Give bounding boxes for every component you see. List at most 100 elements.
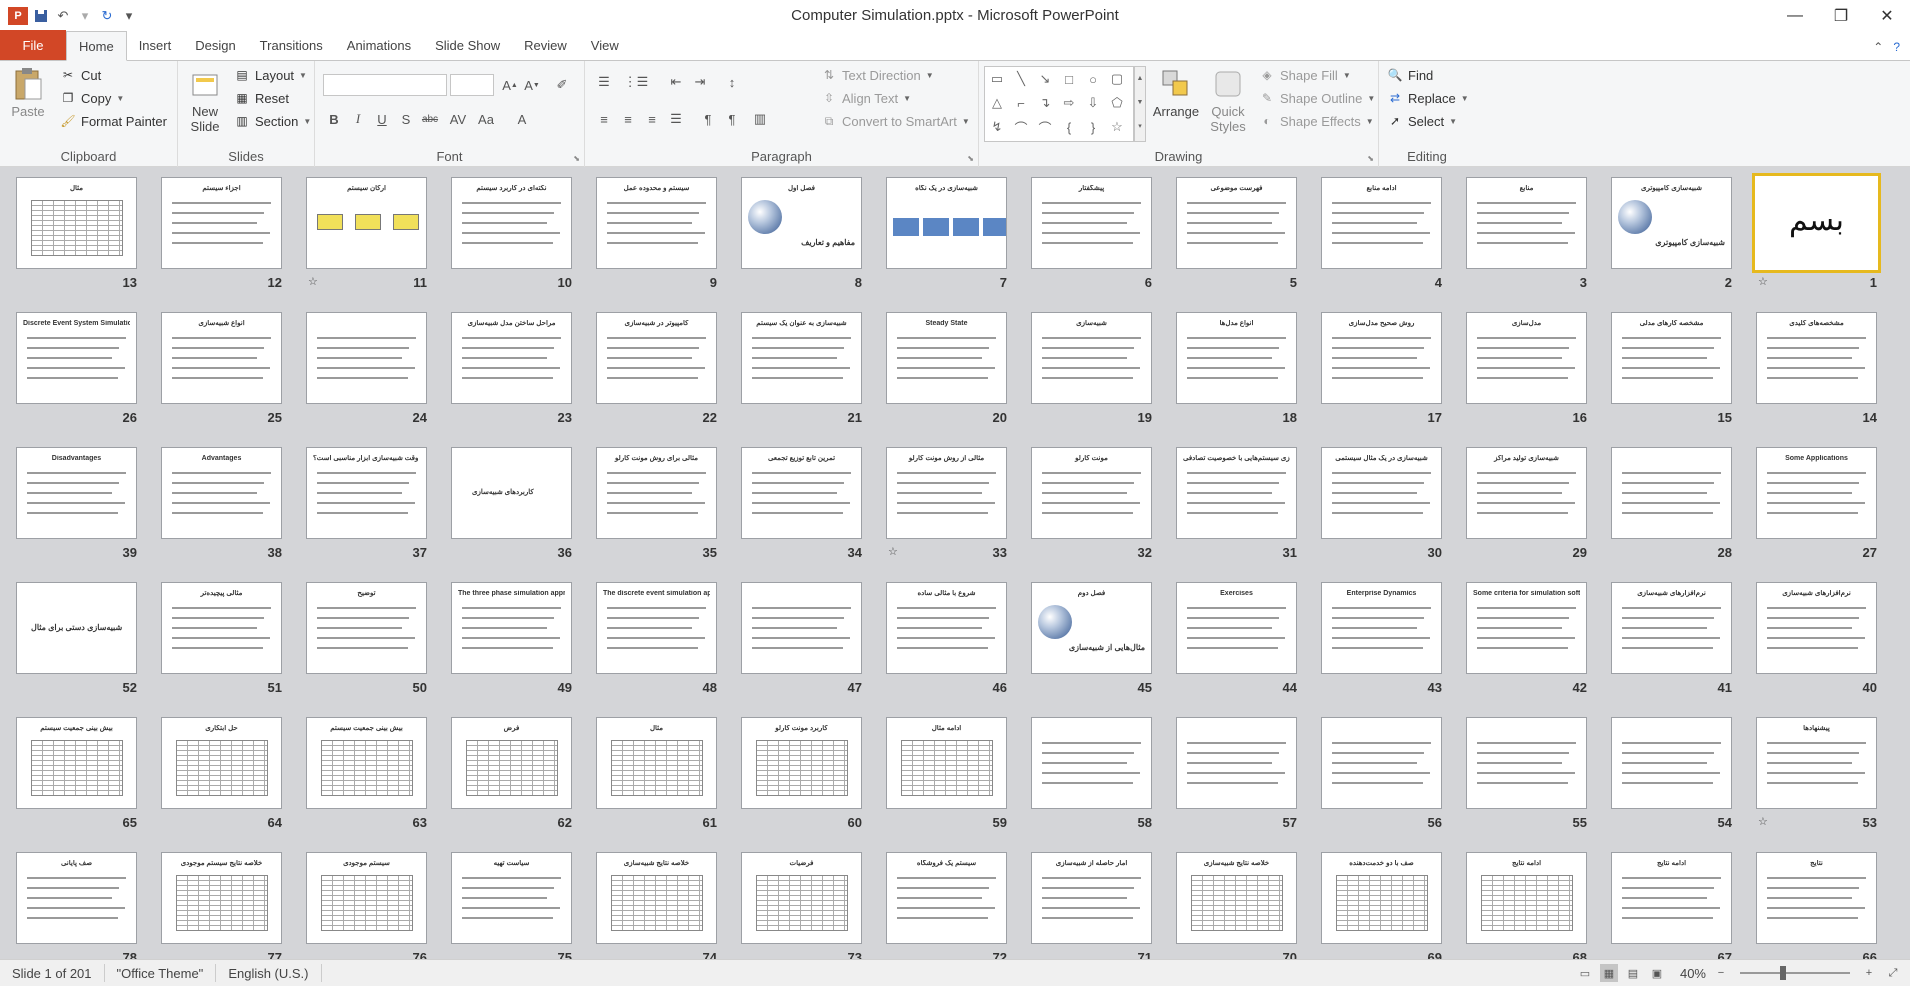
slide-thumbnail[interactable]: روش صحیح مدل‌سازی: [1321, 312, 1442, 404]
slide-thumbnail[interactable]: Some criteria for simulation software: [1466, 582, 1587, 674]
justify-icon[interactable]: ☰: [665, 108, 687, 130]
slide-thumbnail[interactable]: سیستم موجودی: [306, 852, 427, 944]
help-icon[interactable]: ?: [1893, 40, 1900, 54]
theme-name[interactable]: "Office Theme": [105, 964, 217, 982]
shapes-gallery-scroll[interactable]: ▲ ▼ ▾: [1134, 66, 1146, 142]
slide-thumbnail[interactable]: [1466, 717, 1587, 809]
slide-thumbnail[interactable]: مثالی پیچیده‌تر: [161, 582, 282, 674]
textbox-shape-icon[interactable]: ▭: [988, 70, 1006, 88]
reset-button[interactable]: ▦ Reset: [234, 90, 289, 106]
slide-thumbnail[interactable]: فصل دوم مثال‌هایی از شبیه‌سازی: [1031, 582, 1152, 674]
transition-star-icon[interactable]: ☆: [888, 545, 898, 558]
convert-smartart-button[interactable]: ⧉ Convert to SmartArt ▼: [821, 113, 970, 129]
elbow-connector-shape-icon[interactable]: ⌐: [1012, 94, 1030, 112]
italic-icon[interactable]: I: [347, 108, 369, 130]
triangle-shape-icon[interactable]: △: [988, 94, 1006, 112]
slide-thumbnail[interactable]: بیش بینی جمعیت سیستم: [16, 717, 137, 809]
zoom-in-icon[interactable]: +: [1860, 964, 1878, 982]
tab-home[interactable]: Home: [66, 31, 127, 61]
slide-thumbnail[interactable]: حل ابتکاری: [161, 717, 282, 809]
new-slide-button[interactable]: New Slide: [182, 67, 228, 134]
slide-thumbnail[interactable]: فصل اول مفاهیم و تعاریف: [741, 177, 862, 269]
slide-thumbnail[interactable]: پیشنهادها: [1756, 717, 1877, 809]
normal-view-icon[interactable]: ▭: [1576, 964, 1594, 982]
slide-thumbnail[interactable]: مثال: [16, 177, 137, 269]
slide-thumbnail[interactable]: مشخصه‌های کلیدی: [1756, 312, 1877, 404]
tab-file[interactable]: File: [0, 30, 66, 60]
slide-thumbnail[interactable]: مراحل ساختن مدل شبیه‌سازی: [451, 312, 572, 404]
quick-styles-button[interactable]: Quick Styles: [1203, 67, 1253, 134]
tab-slide-show[interactable]: Slide Show: [423, 31, 512, 60]
star-shape-icon[interactable]: ☆: [1108, 118, 1126, 136]
slide-thumbnail[interactable]: [306, 312, 427, 404]
slide-thumbnail[interactable]: شروع با مثالی ساده: [886, 582, 1007, 674]
slide-thumbnail[interactable]: Discrete Event System Simulation: [16, 312, 137, 404]
slide-thumbnail[interactable]: انواع شبیه‌سازی: [161, 312, 282, 404]
transition-star-icon[interactable]: ☆: [1758, 275, 1768, 288]
align-center-icon[interactable]: ≡: [617, 108, 639, 130]
slide-thumbnail[interactable]: منابع: [1466, 177, 1587, 269]
copy-button[interactable]: ❐ Copy ▼: [60, 90, 125, 106]
right-brace-shape-icon[interactable]: }: [1084, 118, 1102, 136]
shape-fill-button[interactable]: ◈ Shape Fill ▼: [1259, 67, 1350, 83]
transition-star-icon[interactable]: ☆: [308, 275, 318, 288]
language[interactable]: English (U.S.): [216, 964, 322, 982]
slide-thumbnail[interactable]: صف با دو خدمت‌دهنده: [1321, 852, 1442, 944]
slide-thumbnail[interactable]: شبیه‌سازی در یک مثال سیستمی: [1321, 447, 1442, 539]
format-painter-button[interactable]: 🖌 Format Painter: [60, 113, 167, 129]
slide-thumbnail[interactable]: [1176, 717, 1297, 809]
slide-thumbnail[interactable]: بسم الله: [1752, 173, 1881, 273]
zoom-slider[interactable]: [1740, 966, 1850, 980]
slide-thumbnail[interactable]: The discrete event simulation approach: [596, 582, 717, 674]
slide-thumbnail[interactable]: خلاصه نتایج شبیه‌سازی: [1176, 852, 1297, 944]
undo-icon[interactable]: ↶: [54, 7, 72, 25]
bullets-icon[interactable]: ☰: [593, 71, 615, 93]
drawing-dialog-launcher-icon[interactable]: ⬊: [1367, 154, 1374, 163]
zoom-slider-thumb[interactable]: [1780, 966, 1786, 980]
powerpoint-logo-icon[interactable]: P: [8, 6, 28, 25]
elbow-arrow-shape-icon[interactable]: ↴: [1036, 94, 1054, 112]
slide-thumbnail[interactable]: مثالی از روش مونت کارلو: [886, 447, 1007, 539]
clear-formatting-icon[interactable]: ✐: [551, 74, 573, 96]
slide-thumbnail[interactable]: شبیه‌سازی به عنوان یک سیستم: [741, 312, 862, 404]
save-icon[interactable]: [32, 7, 50, 25]
line-shape-icon[interactable]: ╲: [1012, 70, 1030, 88]
slide-thumbnail[interactable]: تمرین تابع توزیع تجمعی: [741, 447, 862, 539]
paragraph-dialog-launcher-icon[interactable]: ⬊: [967, 154, 974, 163]
slide-thumbnail[interactable]: بیش بینی جمعیت سیستم: [306, 717, 427, 809]
slide-thumbnail[interactable]: ادامه نتایج: [1466, 852, 1587, 944]
slide-thumbnail[interactable]: مشخصه کارهای مدلی: [1611, 312, 1732, 404]
slide-thumbnail[interactable]: مونت کارلو: [1031, 447, 1152, 539]
left-brace-shape-icon[interactable]: {: [1060, 118, 1078, 136]
align-left-icon[interactable]: ≡: [593, 108, 615, 130]
replace-button[interactable]: ⇄ Replace ▼: [1387, 90, 1469, 106]
fit-to-window-icon[interactable]: ⤢: [1884, 964, 1902, 982]
align-right-icon[interactable]: ≡: [641, 108, 663, 130]
down-arrow-shape-icon[interactable]: ⇩: [1084, 94, 1102, 112]
slide-thumbnail[interactable]: چه وقت شبیه‌سازی ابزار مناسبی است؟: [306, 447, 427, 539]
arrange-button[interactable]: Arrange: [1151, 67, 1201, 119]
section-button[interactable]: ▥ Section ▼: [234, 113, 311, 129]
text-direction-button[interactable]: ⇅ Text Direction ▼: [821, 67, 934, 83]
zoom-level[interactable]: 40%: [1680, 966, 1706, 981]
shapes-gallery[interactable]: ▭ ╲ ↘ □ ○ ▢ △ ⌐ ↴ ⇨ ⇩ ⬠ ↯ ⌒ ⌒ { } ☆: [984, 66, 1134, 142]
change-case-icon[interactable]: Aa: [475, 108, 497, 130]
rtl-icon[interactable]: ¶: [721, 108, 743, 130]
ltr-icon[interactable]: ¶: [697, 108, 719, 130]
slide-thumbnail[interactable]: [741, 582, 862, 674]
paste-button[interactable]: Paste: [8, 67, 48, 119]
slide-thumbnail[interactable]: [1611, 717, 1732, 809]
slide-thumbnail[interactable]: Disadvantages: [16, 447, 137, 539]
columns-icon[interactable]: ▥: [749, 108, 771, 130]
increase-indent-icon[interactable]: ⇥: [689, 71, 711, 93]
slide-thumbnail[interactable]: فرض: [451, 717, 572, 809]
numbering-icon[interactable]: ⋮☰: [624, 71, 649, 93]
slide-thumbnail[interactable]: خلاصه نتایج شبیه‌سازی: [596, 852, 717, 944]
tab-insert[interactable]: Insert: [127, 31, 184, 60]
slide-thumbnail[interactable]: کاربرد مونت کارلو: [741, 717, 862, 809]
layout-button[interactable]: ▤ Layout ▼: [234, 67, 307, 83]
slide-sorter[interactable]: بسم الله1☆شبیه‌سازی کامپیوتریشبیه‌سازی ک…: [0, 167, 1910, 959]
rectangle-shape-icon[interactable]: □: [1060, 70, 1078, 88]
slideshow-view-icon[interactable]: ▣: [1648, 964, 1666, 982]
slide-thumbnail[interactable]: سیاست تهیه: [451, 852, 572, 944]
